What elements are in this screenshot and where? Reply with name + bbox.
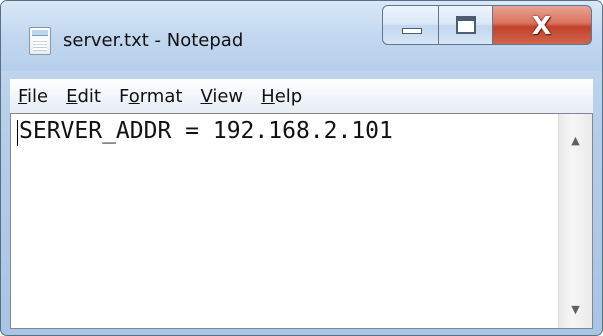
vertical-scrollbar[interactable]: ▲ ▼ xyxy=(558,114,592,328)
close-button[interactable]: X xyxy=(493,5,592,45)
window-title: server.txt - Notepad xyxy=(63,30,244,51)
minimize-icon xyxy=(402,28,422,34)
scroll-up-icon[interactable]: ▲ xyxy=(559,134,592,147)
text-caret xyxy=(17,120,18,146)
menu-format[interactable]: Format xyxy=(119,86,182,107)
notepad-app-icon[interactable] xyxy=(29,27,51,55)
minimize-button[interactable] xyxy=(382,5,439,45)
maximize-button[interactable] xyxy=(439,5,493,45)
notepad-window: server.txt - Notepad X File Edit Format … xyxy=(0,0,603,336)
caption-buttons: X xyxy=(382,5,592,45)
menu-edit[interactable]: Edit xyxy=(66,86,101,107)
menu-help[interactable]: Help xyxy=(261,86,302,107)
menu-file[interactable]: File xyxy=(18,86,48,107)
menu-bar: File Edit Format View Help xyxy=(10,79,593,113)
editor-content[interactable]: SERVER_ADDR = 192.168.2.101 xyxy=(19,118,393,144)
menu-view[interactable]: View xyxy=(200,86,243,107)
title-bar[interactable]: server.txt - Notepad X xyxy=(1,1,602,71)
maximize-icon xyxy=(456,16,476,34)
text-editor[interactable]: SERVER_ADDR = 192.168.2.101 ▲ ▼ xyxy=(10,113,593,329)
scroll-down-icon[interactable]: ▼ xyxy=(559,303,592,316)
close-icon: X xyxy=(531,11,552,40)
